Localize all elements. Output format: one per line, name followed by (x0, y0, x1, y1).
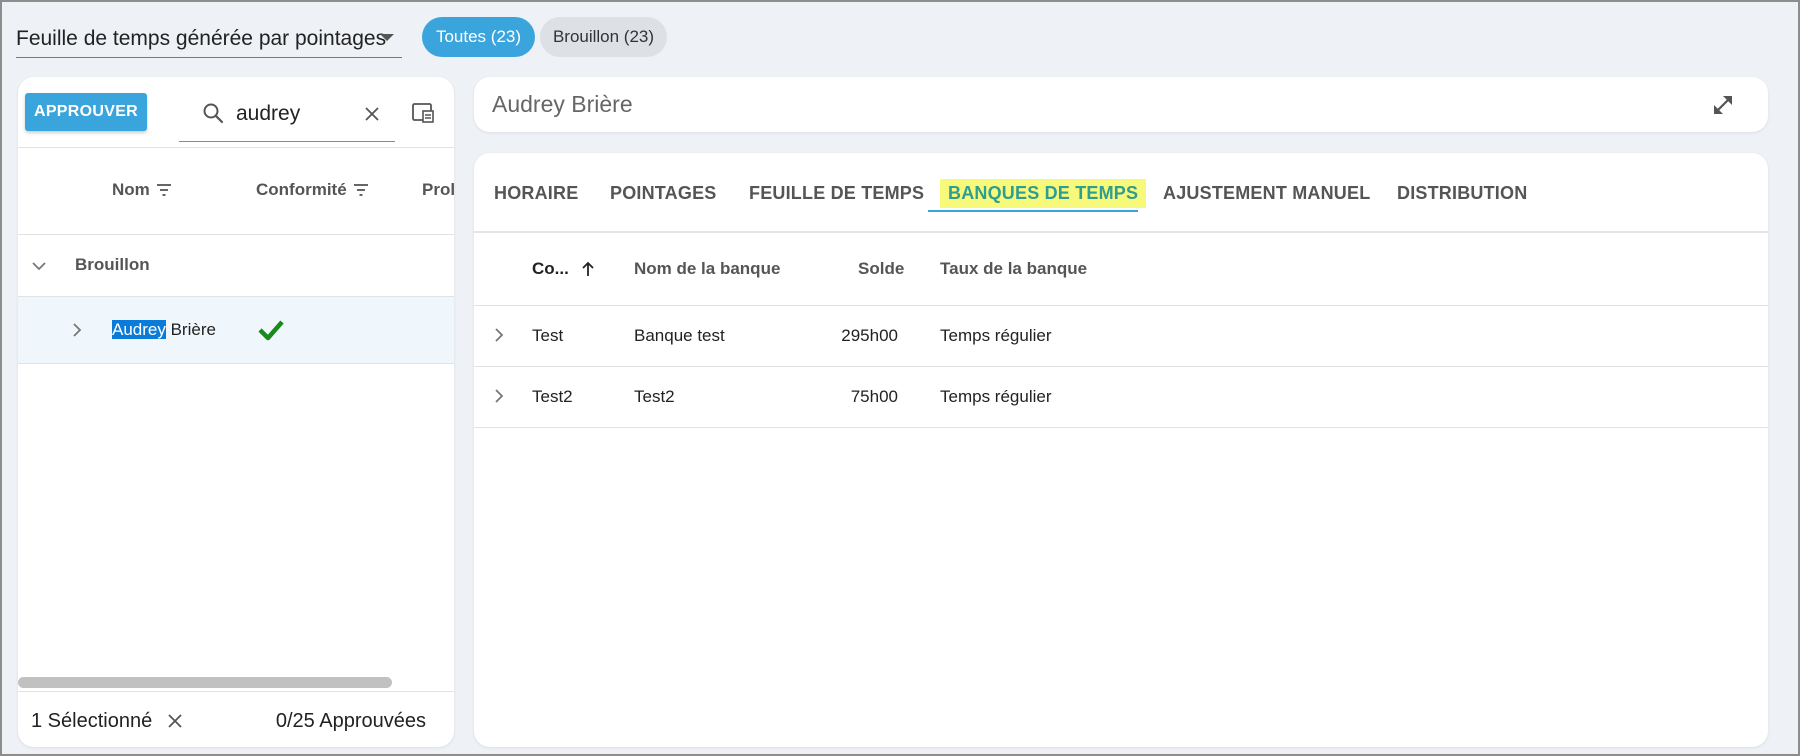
employee-row[interactable]: Audrey Brière (18, 297, 454, 364)
chevron-right-icon[interactable] (490, 387, 508, 405)
cell-bank-name: Test2 (634, 387, 675, 406)
column-header-compliance-label: Conformité (256, 180, 347, 199)
column-header-name[interactable]: Nom (112, 180, 172, 200)
column-header-balance[interactable]: Solde (858, 259, 904, 279)
table-header: Co... Nom de la banque Solde Taux de la … (474, 233, 1768, 306)
approved-count: 0/25 Approuvées (275, 710, 426, 732)
page-title: Audrey Brière (492, 91, 633, 117)
tab-distribution[interactable]: DISTRIBUTION (1397, 173, 1527, 213)
view-select[interactable]: Feuille de temps générée par pointages (16, 20, 402, 58)
tab-feuille-de-temps[interactable]: FEUILLE DE TEMPS (749, 173, 924, 213)
column-header-name-label: Nom (112, 180, 150, 199)
search-input[interactable] (236, 101, 346, 127)
tab-banques-de-temps[interactable]: BANQUES DE TEMPS (940, 173, 1147, 213)
column-header-profile-label: Prol (422, 180, 454, 199)
close-icon[interactable] (166, 712, 184, 730)
table-row[interactable]: Test Banque test 295h00 Temps régulier (474, 306, 1768, 367)
employee-list-panel: APPROUVER Nom Conformité (18, 77, 454, 747)
column-header-profile[interactable]: Prol (422, 180, 454, 200)
selection-footer: 1 Sélectionné 0/25 Approuvées (18, 691, 454, 747)
column-header-code-label: Co... (532, 259, 569, 278)
checkmark-icon (258, 320, 284, 341)
cell-code: Test2 (532, 387, 573, 406)
cell-balance: 75h00 (850, 387, 898, 406)
search-field (179, 87, 395, 142)
table-row[interactable]: Test2 Test2 75h00 Temps régulier (474, 367, 1768, 428)
tab-ajustement-manuel[interactable]: AJUSTEMENT MANUEL (1163, 173, 1370, 213)
employee-title-card: Audrey Brière (474, 77, 1768, 132)
chevron-right-icon[interactable] (68, 321, 86, 339)
employee-name-rest: Brière (165, 320, 216, 339)
tab-bar: HORAIRE POINTAGES FEUILLE DE TEMPS BANQU… (474, 153, 1768, 233)
group-label: Brouillon (75, 255, 150, 274)
column-header-bank-name[interactable]: Nom de la banque (634, 259, 780, 279)
cell-rate: Temps régulier (940, 387, 1052, 406)
tab-pointages[interactable]: POINTAGES (610, 173, 716, 213)
horizontal-scrollbar[interactable] (18, 677, 392, 688)
selected-count: 1 Sélectionné (31, 710, 153, 732)
columns-icon[interactable] (411, 101, 435, 125)
cell-bank-name: Banque test (634, 326, 725, 345)
chevron-down-icon[interactable] (30, 257, 48, 275)
cell-rate: Temps régulier (940, 326, 1052, 345)
detail-card: HORAIRE POINTAGES FEUILLE DE TEMPS BANQU… (474, 153, 1768, 747)
view-select-label: Feuille de temps générée par pointages (16, 26, 387, 50)
cell-code: Test (532, 326, 564, 345)
employee-name: Audrey Brière (112, 320, 216, 340)
tab-banques-de-temps-label: BANQUES DE TEMPS (940, 178, 1147, 208)
column-header-compliance[interactable]: Conformité (256, 180, 369, 200)
active-tab-indicator (928, 210, 1138, 212)
close-icon[interactable] (362, 104, 382, 124)
approve-button[interactable]: APPROUVER (25, 93, 147, 131)
cell-balance: 295h00 (841, 326, 898, 345)
chevron-right-icon[interactable] (490, 326, 508, 344)
sort-ascending-icon[interactable] (581, 261, 595, 277)
search-highlight: Audrey (112, 320, 166, 339)
dropdown-caret-icon (380, 34, 394, 41)
expand-icon[interactable] (1710, 92, 1736, 118)
column-header-rate[interactable]: Taux de la banque (940, 259, 1087, 279)
filter-chip-all[interactable]: Toutes (23) (422, 17, 535, 57)
column-header-code[interactable]: Co... (532, 259, 595, 279)
filter-icon[interactable] (156, 183, 172, 197)
search-icon (203, 103, 224, 124)
filter-chip-draft[interactable]: Brouillon (23) (540, 17, 667, 57)
grid-header: Nom Conformité Prol (18, 147, 454, 235)
group-row-draft[interactable]: Brouillon (18, 235, 454, 297)
filter-icon[interactable] (353, 183, 369, 197)
tab-horaire[interactable]: HORAIRE (494, 173, 578, 213)
